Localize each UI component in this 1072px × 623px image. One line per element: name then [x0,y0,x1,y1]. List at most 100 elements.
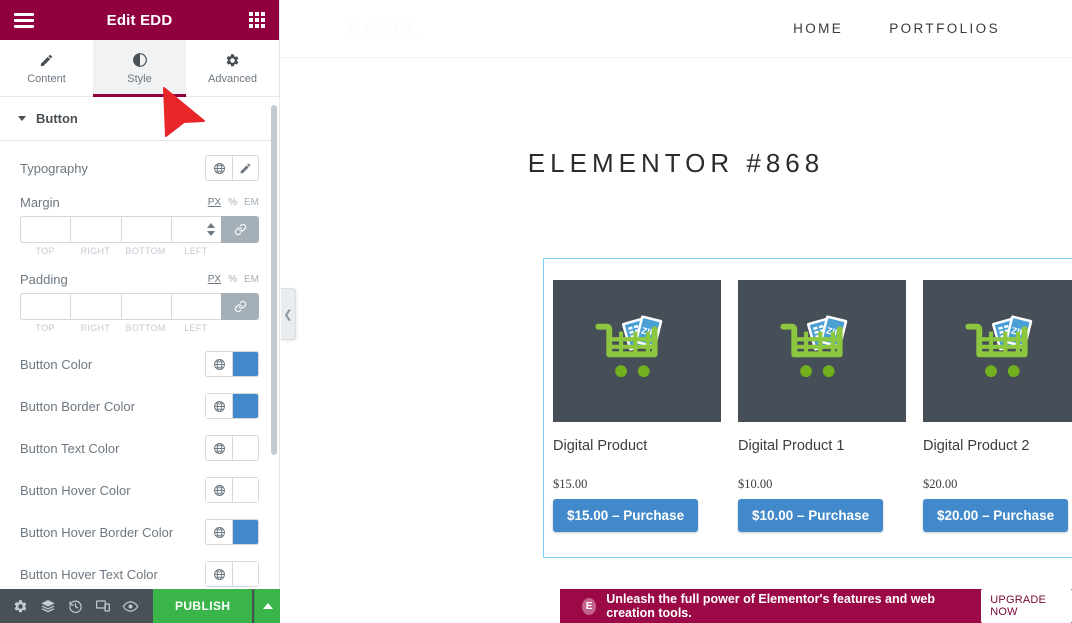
panel-tabs: Content Style Advanced [0,40,279,97]
margin-label: Margin [20,195,60,210]
product-thumbnail[interactable]: ZIP [923,280,1072,422]
nav-item-home[interactable]: HOME [793,21,843,36]
control-button-hover-text-color: Button Hover Text Color [20,553,259,589]
tab-content[interactable]: Content [0,40,93,96]
settings-icon[interactable] [8,589,33,623]
control-button-color: Button Color [20,343,259,385]
globe-icon[interactable] [206,436,232,460]
button-hover-text-color-picker [205,561,259,587]
padding-top-input[interactable] [20,293,71,320]
control-typography: Typography [20,155,259,181]
margin-bottom-input[interactable] [120,216,171,243]
color-swatch[interactable] [232,478,258,502]
page-title: ELEMENTOR #868 [527,148,825,178]
button-hover-border-color-picker [205,519,259,545]
margin-units: PX % EM [208,197,259,208]
product-name[interactable]: Digital Product 2 [923,438,1072,455]
elementor-editor-screen: Edit EDD Content Style Advanced Button T… [0,0,1072,623]
purchase-button[interactable]: $10.00 – Purchase [738,499,884,533]
cart-zip-icon: ZIP [780,315,848,378]
product-name[interactable]: Digital Product 1 [738,438,906,455]
chevron-left-icon: ❮ [283,308,293,321]
publish-button[interactable]: PUBLISH [152,589,253,623]
panel-scrollbar[interactable] [270,97,278,589]
globe-icon[interactable] [206,394,232,418]
color-swatch[interactable] [232,352,258,376]
padding-link-icon[interactable] [221,293,259,320]
globe-icon[interactable] [206,352,232,376]
purchase-button[interactable]: $15.00 – Purchase [553,499,699,533]
typography-edit-icon[interactable] [232,156,258,180]
padding-left-label: LEFT [184,323,208,333]
margin-top-input[interactable] [20,216,71,243]
responsive-icon[interactable] [90,589,115,623]
purchase-button[interactable]: $20.00 – Purchase [923,499,1069,533]
padding-right-input[interactable] [70,293,121,320]
nav-item-portfolios[interactable]: PORTFOLIOS [889,21,1000,36]
padding-right-label: RIGHT [80,323,111,333]
margin-stepper[interactable] [207,220,218,239]
tab-content-label: Content [27,73,66,85]
margin-unit-percent[interactable]: % [228,197,237,208]
control-button-hover-border-color: Button Hover Border Color [20,511,259,553]
globe-icon[interactable] [206,520,232,544]
margin-link-icon[interactable] [221,216,259,243]
margin-unit-em[interactable]: EM [244,197,259,208]
hamburger-icon[interactable] [14,12,34,28]
edd-widget-selected[interactable]: ZIP Digital Product $15.00 $15.00 – Purc… [543,258,1072,558]
publish-options-icon[interactable] [254,589,280,623]
panel-collapse-handle[interactable]: ❮ [281,288,296,340]
product-thumbnail[interactable]: ZIP [738,280,906,422]
control-button-hover-color: Button Hover Color [20,469,259,511]
style-controls: Typography Margin PX % EM TOP RIGHT BOTT… [0,141,279,589]
globe-icon[interactable] [206,478,232,502]
layers-icon[interactable] [35,589,60,623]
button-hover-color-picker [205,477,259,503]
typography-label: Typography [20,160,88,176]
product-price: $15.00 [553,477,588,492]
globe-icon[interactable] [206,562,232,586]
preview-canvas: RASEL HOME PORTFOLIOS ELEMENTOR #868 ZIP… [280,0,1072,623]
elementor-logo-icon: E [582,597,597,615]
color-swatch[interactable] [232,520,258,544]
history-icon[interactable] [63,589,88,623]
padding-unit-px[interactable]: PX [208,274,221,285]
promo-bar: E Unleash the full power of Elementor's … [560,589,1072,623]
button-color-label: Button Color [20,356,93,372]
color-swatch[interactable] [232,436,258,460]
gear-icon [225,51,240,69]
padding-unit-em[interactable]: EM [244,274,259,285]
padding-label: Padding [20,272,68,287]
button-text-color-picker [205,435,259,461]
padding-side-labels: TOP RIGHT BOTTOM LEFT [20,323,259,333]
padding-bottom-input[interactable] [120,293,171,320]
upgrade-now-button[interactable]: UPGRADE NOW [981,589,1072,623]
mouse-cursor-arrow [163,87,205,137]
margin-right-input[interactable] [70,216,121,243]
padding-units: PX % EM [208,274,259,285]
color-swatch[interactable] [232,562,258,586]
padding-left-input[interactable] [170,293,221,320]
product-thumbnail[interactable]: ZIP [553,280,721,422]
panel-footer: PUBLISH [0,589,280,623]
color-swatch[interactable] [232,394,258,418]
control-button-border-color: Button Border Color [20,385,259,427]
panel-scrollbar-thumb[interactable] [271,105,277,455]
control-button-text-color: Button Text Color [20,427,259,469]
button-hover-color-label: Button Hover Color [20,482,131,498]
button-text-color-label: Button Text Color [20,440,120,456]
product-price: $10.00 [738,477,773,492]
control-padding-header: Padding PX % EM [20,272,259,287]
site-logo[interactable]: RASEL [348,18,420,40]
site-header: RASEL HOME PORTFOLIOS [280,0,1072,58]
grid-icon[interactable] [249,12,265,28]
button-border-color-label: Button Border Color [20,398,135,414]
section-button[interactable]: Button [0,97,279,141]
padding-unit-percent[interactable]: % [228,274,237,285]
margin-unit-px[interactable]: PX [208,197,221,208]
product-name[interactable]: Digital Product [553,438,721,455]
margin-inputs [20,216,259,243]
pencil-icon [39,51,54,69]
preview-icon[interactable] [118,589,143,623]
globe-icon[interactable] [206,156,232,180]
